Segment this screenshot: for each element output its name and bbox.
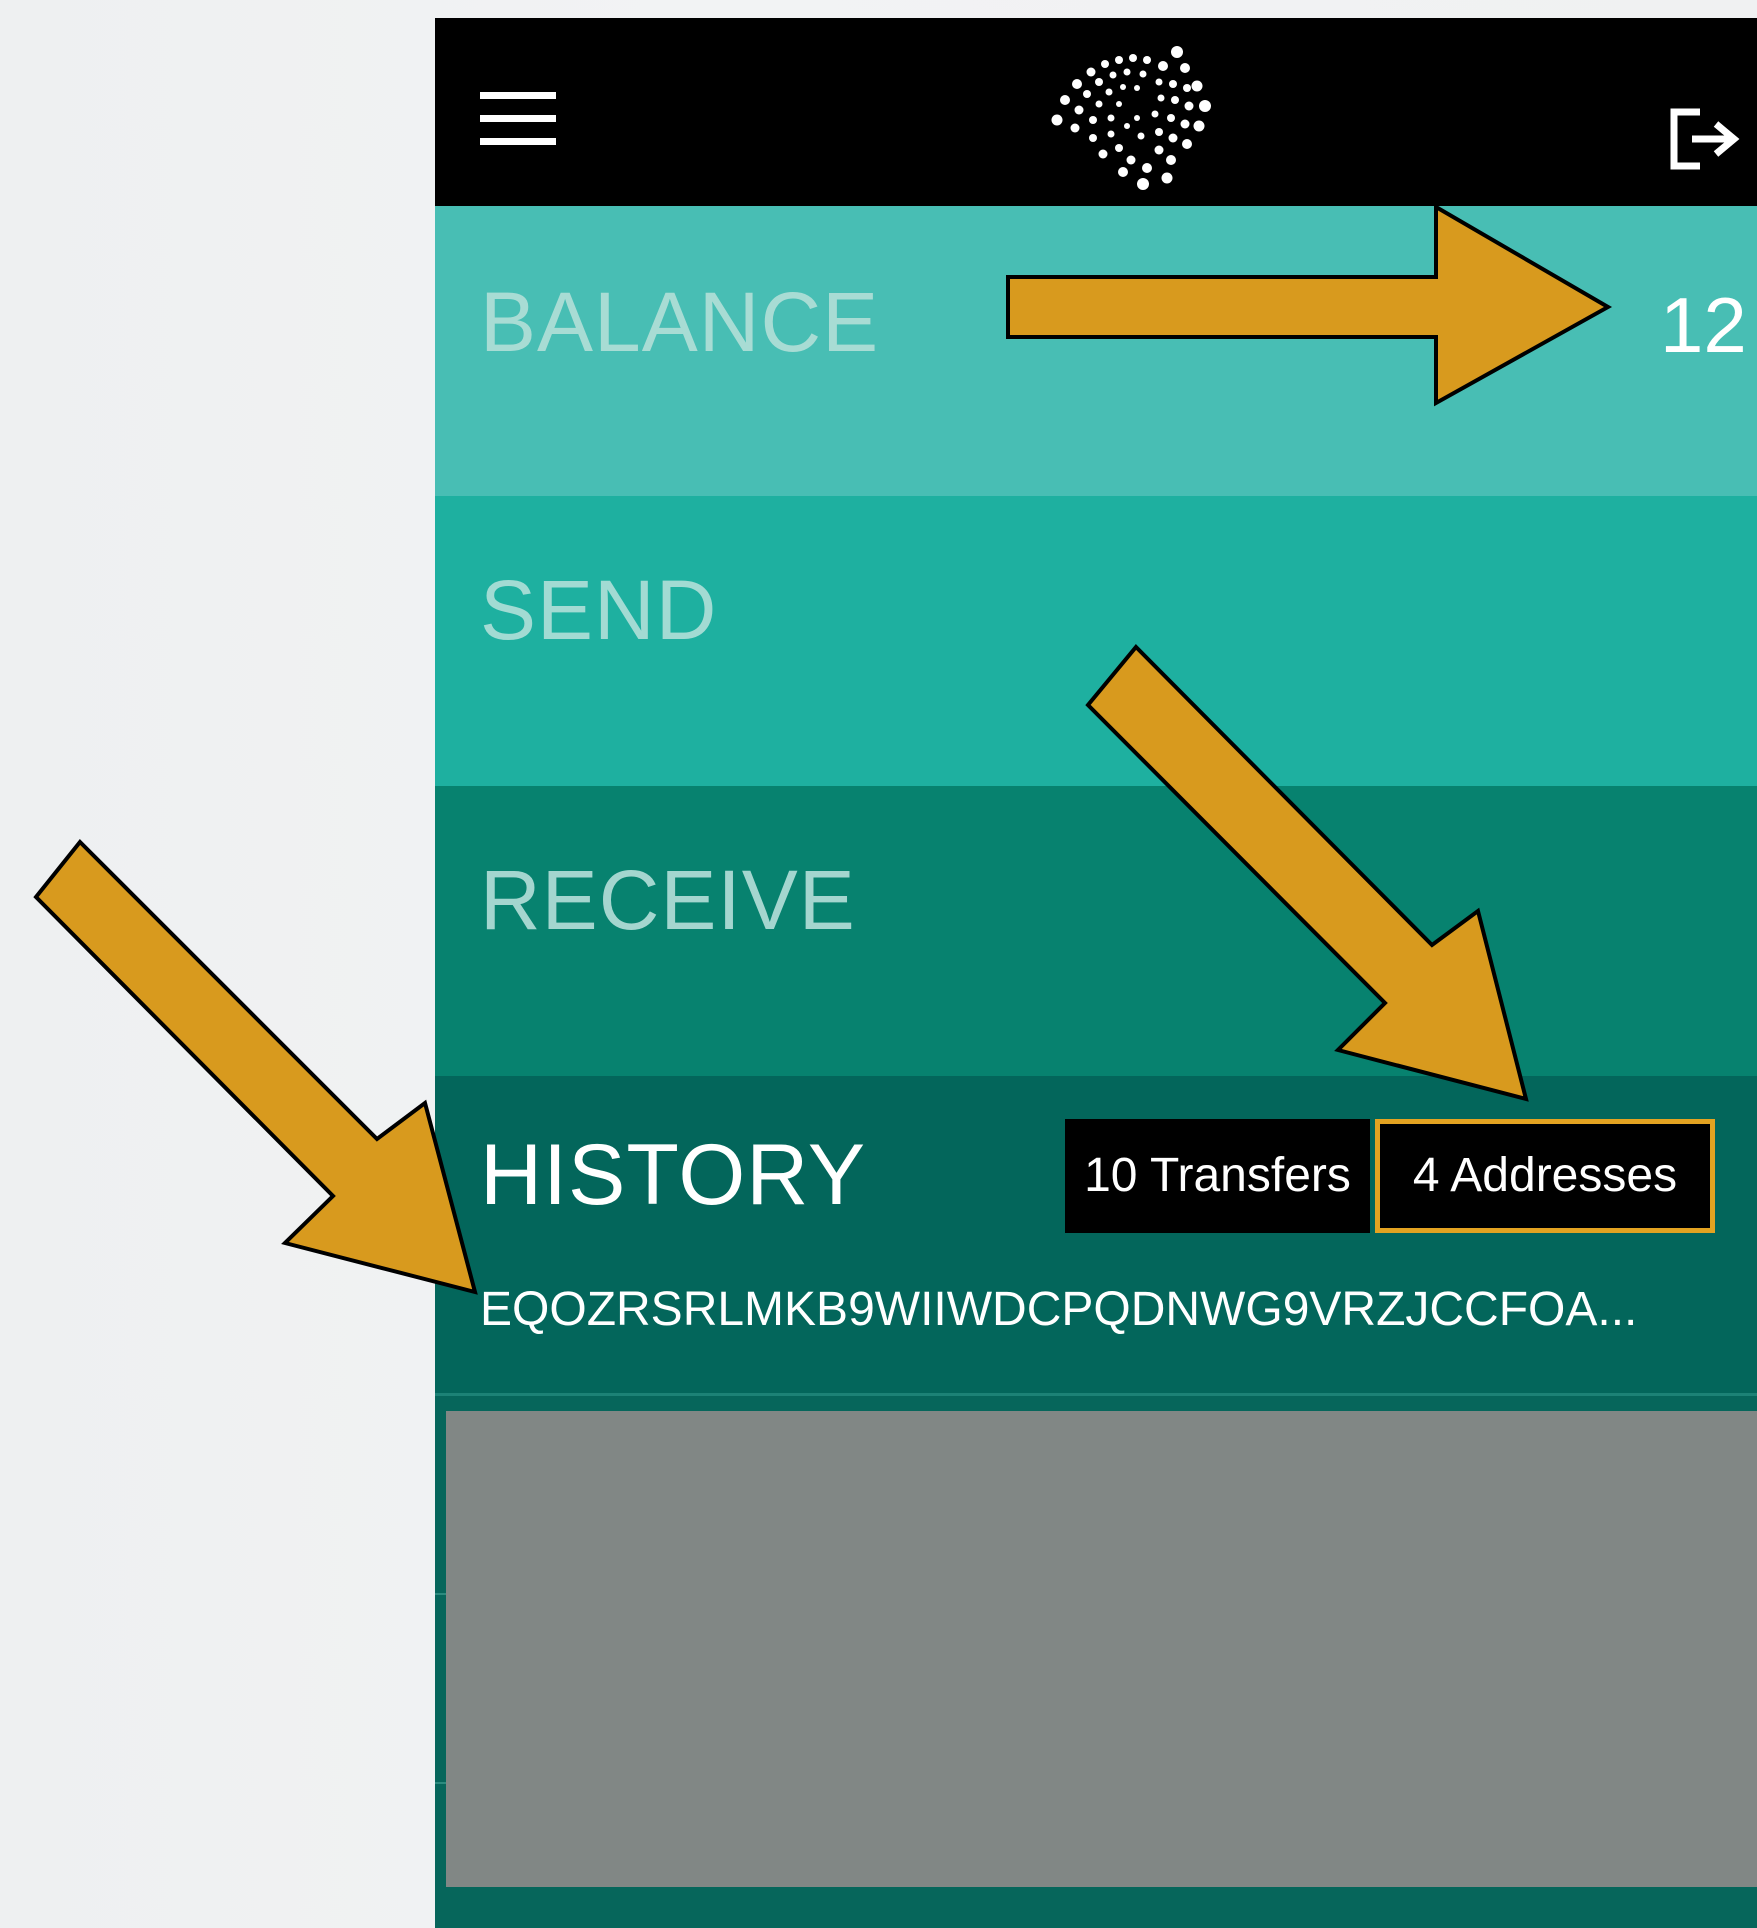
history-address[interactable]: EQOZRSRLMKB9WIIWDCPQDNWG9VRZJCCFOA... — [480, 1282, 1637, 1337]
balance-value: 12 — [1660, 281, 1747, 369]
balance-label: BALANCE — [480, 275, 880, 369]
send-section[interactable]: SEND — [435, 496, 1757, 786]
iota-logo-icon — [1051, 46, 1211, 190]
transfers-button[interactable]: 10 Transfers — [1065, 1119, 1370, 1233]
wallet-app-screen: BALANCE 12 SEND RECEIVE HISTORY 10 Trans… — [435, 18, 1757, 1928]
history-section: HISTORY 10 Transfers 4 Addresses EQOZRSR… — [435, 1076, 1757, 1396]
top-bar — [435, 18, 1757, 206]
balance-section[interactable]: BALANCE 12 — [435, 206, 1757, 496]
logout-icon[interactable] — [1670, 108, 1740, 172]
send-label: SEND — [480, 563, 718, 657]
receive-section[interactable]: RECEIVE — [435, 786, 1757, 1076]
arrow-down-right-icon — [33, 839, 478, 1295]
hamburger-menu-icon[interactable] — [480, 92, 558, 148]
receive-label: RECEIVE — [480, 853, 856, 947]
placeholder-panel — [446, 1411, 1757, 1887]
history-label: HISTORY — [480, 1127, 867, 1223]
addresses-button[interactable]: 4 Addresses — [1375, 1119, 1715, 1233]
